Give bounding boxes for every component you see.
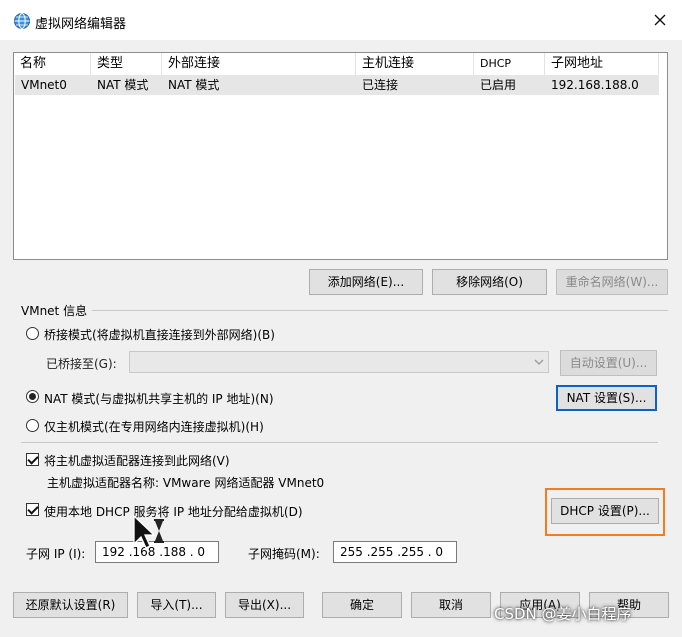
column-header-subnet[interactable]: 子网地址 xyxy=(545,53,659,75)
column-header-host[interactable]: 主机连接 xyxy=(356,53,474,75)
connect-adapter-label[interactable]: 将主机虚拟适配器连接到此网络(V) xyxy=(44,452,230,469)
cell-subnet: 192.168.188.0 xyxy=(551,78,639,92)
rename-network-button[interactable]: 重命名网络(W)... xyxy=(556,269,668,295)
connect-adapter-checkbox[interactable] xyxy=(26,453,39,466)
watermark: CSDN @姜小白程序 xyxy=(494,605,632,623)
subnet-mask-label: 子网掩码(M): xyxy=(248,547,320,561)
column-header-external[interactable]: 外部连接 xyxy=(162,53,356,75)
remove-network-button[interactable]: 移除网络(O) xyxy=(432,269,547,295)
adapter-name-text: 主机虚拟适配器名称: VMware 网络适配器 VMnet0 xyxy=(47,476,325,490)
nat-settings-button[interactable]: NAT 设置(S)... xyxy=(556,385,657,411)
bridged-to-select[interactable] xyxy=(129,351,549,373)
group-divider xyxy=(92,310,668,311)
bridged-to-label: 已桥接至(G): xyxy=(46,357,117,371)
cell-external: NAT 模式 xyxy=(168,78,220,92)
import-button[interactable]: 导入(T)... xyxy=(137,592,216,618)
section-divider xyxy=(21,442,658,443)
cell-host: 已连接 xyxy=(362,78,399,92)
busy-cursor-icon xyxy=(133,514,164,549)
bridge-mode-radio[interactable] xyxy=(26,327,39,340)
close-icon[interactable] xyxy=(650,10,670,30)
ok-button[interactable]: 确定 xyxy=(322,592,402,618)
cell-dhcp: 已启用 xyxy=(480,78,517,92)
bridge-mode-label[interactable]: 桥接模式(将虚拟机直接连接到外部网络)(B) xyxy=(44,326,275,343)
highlight-box xyxy=(545,488,665,536)
column-header-dhcp[interactable]: DHCP xyxy=(474,53,545,75)
export-button[interactable]: 导出(X)... xyxy=(225,592,304,618)
cell-type: NAT 模式 xyxy=(97,78,149,92)
network-globe-icon xyxy=(14,13,30,29)
host-only-label[interactable]: 仅主机模式(在专用网络内连接虚拟机)(H) xyxy=(44,418,264,435)
cancel-button[interactable]: 取消 xyxy=(411,592,491,618)
column-header-type[interactable]: 类型 xyxy=(91,53,162,75)
vmnet-info-label: VMnet 信息 xyxy=(21,304,88,318)
cell-name: VMnet0 xyxy=(21,78,67,92)
table-row[interactable]: VMnet0 NAT 模式 NAT 模式 已连接 已启用 192.168.188… xyxy=(15,75,659,95)
network-list[interactable]: 名称 类型 外部连接 主机连接 DHCP 子网地址 VMnet0 NAT 模式 … xyxy=(13,52,668,260)
nat-mode-radio[interactable] xyxy=(26,390,39,403)
add-network-button[interactable]: 添加网络(E)... xyxy=(309,269,423,295)
auto-settings-button[interactable]: 自动设置(U)... xyxy=(560,350,657,376)
window-title: 虚拟网络编辑器 xyxy=(35,17,127,32)
nat-mode-label[interactable]: NAT 模式(与虚拟机共享主机的 IP 地址)(N) xyxy=(44,390,274,407)
column-header-name[interactable]: 名称 xyxy=(14,53,91,75)
use-dhcp-checkbox[interactable] xyxy=(26,503,39,516)
subnet-mask-input[interactable]: 255 .255 .255 . 0 xyxy=(333,541,457,563)
chevron-down-icon xyxy=(534,359,544,365)
subnet-ip-label: 子网 IP (I): xyxy=(26,547,86,561)
restore-defaults-button[interactable]: 还原默认设置(R) xyxy=(13,592,128,618)
host-only-radio[interactable] xyxy=(26,419,39,432)
